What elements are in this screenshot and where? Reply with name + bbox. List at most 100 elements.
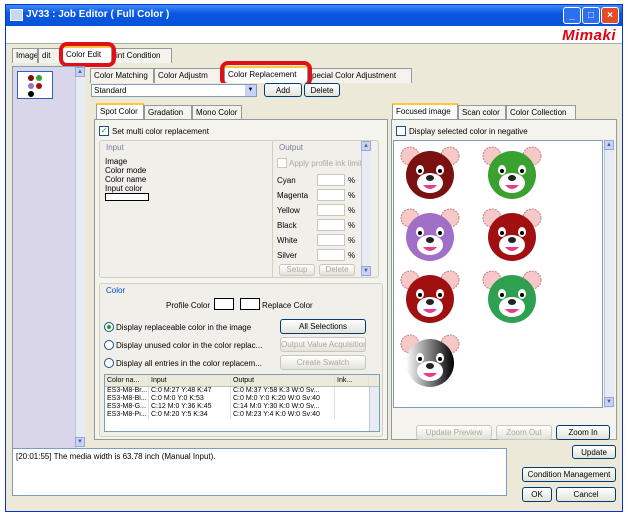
yellow-label: Yellow [277, 206, 300, 215]
tab-gradation[interactable]: Gradation [144, 105, 192, 120]
log-message: [20:01:55] The media width is 63.78 inch… [16, 452, 216, 461]
tab-spot-color[interactable]: Spot Color [96, 103, 144, 119]
update-button[interactable]: Update [572, 445, 616, 459]
bear-face[interactable] [398, 269, 462, 325]
multi-replace-checkbox[interactable]: ✓ [99, 126, 109, 136]
create-swatch-button[interactable]: Create Swatch [280, 355, 366, 370]
focused-image-panel: Display selected color in negative ▲ ▼ U… [391, 119, 617, 440]
table-row[interactable]: ES3-M8-Br... C:0 M:27 Y:48 K:47 C:0 M:37 Y… [105, 387, 379, 395]
bear-face[interactable] [398, 207, 462, 263]
zoom-in-button[interactable]: Zoom In [556, 425, 610, 440]
image-preview[interactable] [393, 140, 603, 408]
bear-face[interactable] [480, 145, 544, 201]
magenta-label: Magenta [277, 191, 309, 200]
tab-scan-color[interactable]: Scan color [458, 105, 506, 120]
negative-checkbox[interactable] [396, 126, 406, 136]
bear-face[interactable] [480, 269, 544, 325]
apply-ink-limit-checkbox[interactable] [277, 158, 287, 168]
percent-label: % [348, 206, 356, 215]
input-output-group: Input Image Color mode Color name Input … [99, 140, 379, 278]
input-image-label: Image [105, 157, 128, 166]
ok-button[interactable]: OK [522, 487, 552, 502]
tab-mono-color[interactable]: Mono Color [192, 105, 242, 120]
mimaki-logo: Mimaki [562, 27, 616, 44]
black-spinner[interactable] [317, 219, 345, 231]
percent-label: % [348, 251, 356, 260]
scroll-up-icon[interactable]: ▲ [75, 67, 85, 77]
replaceable-radio[interactable] [104, 322, 114, 332]
header-ink[interactable]: Ink... [335, 375, 369, 386]
output-delete-button[interactable]: Delete [319, 264, 355, 276]
tab-color-adjustment[interactable]: Color Adjustm [154, 68, 224, 83]
message-log: [20:01:55] The media width is 63.78 inch… [12, 448, 507, 496]
yellow-spinner[interactable] [317, 204, 345, 216]
percent-label: % [348, 191, 356, 200]
preset-select[interactable]: Standard ▼ [91, 84, 257, 97]
output-value-acquisition-button[interactable]: Output Value Acquisition [280, 337, 366, 352]
tab-focused-image[interactable]: Focused image [392, 103, 458, 119]
unused-radio[interactable] [104, 340, 114, 350]
header-input[interactable]: Input [149, 375, 231, 386]
preset-row: Standard ▼ Add Delete [90, 83, 618, 99]
replace-color-label: Replace Color [262, 301, 313, 310]
spot-color-panel: ✓ Set multi color replacement Input Imag… [94, 119, 388, 440]
input-color-swatch [105, 193, 149, 201]
input-mode-label: Color mode [105, 166, 147, 175]
cyan-spinner[interactable] [317, 174, 345, 186]
table-row[interactable]: ES3-M8-Pi... C:0 M:20 Y:5 K:34 C:0 M:23 Y:… [105, 411, 379, 419]
table-row[interactable]: ES3-M8-Bl... C:0 M:0 Y:0 K:53 C:0 M:0 Y:0 … [105, 395, 379, 403]
tab-color-matching[interactable]: Color Matching [90, 68, 154, 83]
condition-management-button[interactable]: Condition Management [522, 467, 616, 482]
minimize-button[interactable]: _ [563, 7, 581, 24]
multi-replace-label: Set multi color replacement [112, 127, 209, 136]
delete-button[interactable]: Delete [304, 83, 340, 97]
maximize-button[interactable]: □ [582, 7, 600, 24]
output-scrollbar[interactable]: ▲ ▼ [361, 141, 371, 277]
scroll-up-icon[interactable]: ▲ [361, 141, 371, 151]
job-editor-window: JV33 : Job Editor ( Full Color ) _ □ × M… [5, 4, 623, 512]
all-entries-radio[interactable] [104, 358, 114, 368]
negative-label: Display selected color in negative [409, 127, 528, 136]
close-button[interactable]: × [601, 7, 619, 24]
silver-spinner[interactable] [317, 249, 345, 261]
add-button[interactable]: Add [264, 83, 302, 97]
color-table[interactable]: Color na... Input Output Ink... ES3-M8-B… [104, 374, 380, 432]
all-selections-button[interactable]: All Selections [280, 319, 366, 334]
tab-print-condition[interactable]: int Condition [112, 48, 172, 63]
table-scrollbar[interactable] [369, 387, 379, 431]
header-color-name[interactable]: Color na... [105, 375, 149, 386]
apply-ink-limit-label: Apply profile ink limit [289, 159, 362, 168]
cancel-button[interactable]: Cancel [556, 487, 616, 502]
preview-vscrollbar[interactable]: ▲ ▼ [604, 140, 614, 408]
tab-special-color-adjustment[interactable]: pecial Color Adjustment [308, 68, 412, 83]
bear-face[interactable] [398, 333, 462, 389]
scroll-down-icon[interactable]: ▼ [361, 266, 371, 276]
update-preview-button[interactable]: Update Preview [416, 425, 492, 440]
chevron-down-icon[interactable]: ▼ [245, 85, 256, 96]
scroll-down-icon[interactable]: ▼ [604, 397, 614, 407]
scroll-up-icon[interactable]: ▲ [604, 140, 614, 150]
silver-label: Silver [277, 251, 298, 260]
white-spinner[interactable] [317, 234, 345, 246]
input-name-label: Color name [105, 175, 147, 184]
table-row[interactable]: ES3-M8-G... C:12 M:0 Y:36 K:45 C:14 M:0 Y:… [105, 403, 379, 411]
window-title: JV33 : Job Editor ( Full Color ) [26, 9, 170, 20]
tab-color-collection[interactable]: Color Collection [506, 105, 576, 120]
replace-color-swatch [240, 298, 260, 310]
thumbnail-image[interactable] [17, 71, 53, 99]
profile-color-swatch [214, 298, 234, 310]
preset-value: Standard [94, 86, 127, 95]
magenta-spinner[interactable] [317, 189, 345, 201]
bear-face[interactable] [480, 207, 544, 263]
color-group-title: Color [104, 286, 128, 295]
header-output[interactable]: Output [231, 375, 335, 386]
app-icon [10, 9, 23, 21]
zoom-out-button[interactable]: Zoom Out [496, 425, 552, 440]
percent-label: % [348, 236, 356, 245]
setup-button[interactable]: Setup [279, 264, 315, 276]
scroll-down-icon[interactable]: ▼ [75, 437, 85, 447]
bear-face[interactable] [398, 145, 462, 201]
thumbnail-scrollbar[interactable]: ▲ ▼ [75, 67, 85, 448]
tab-image[interactable]: Image [12, 48, 38, 63]
percent-label: % [348, 221, 356, 230]
